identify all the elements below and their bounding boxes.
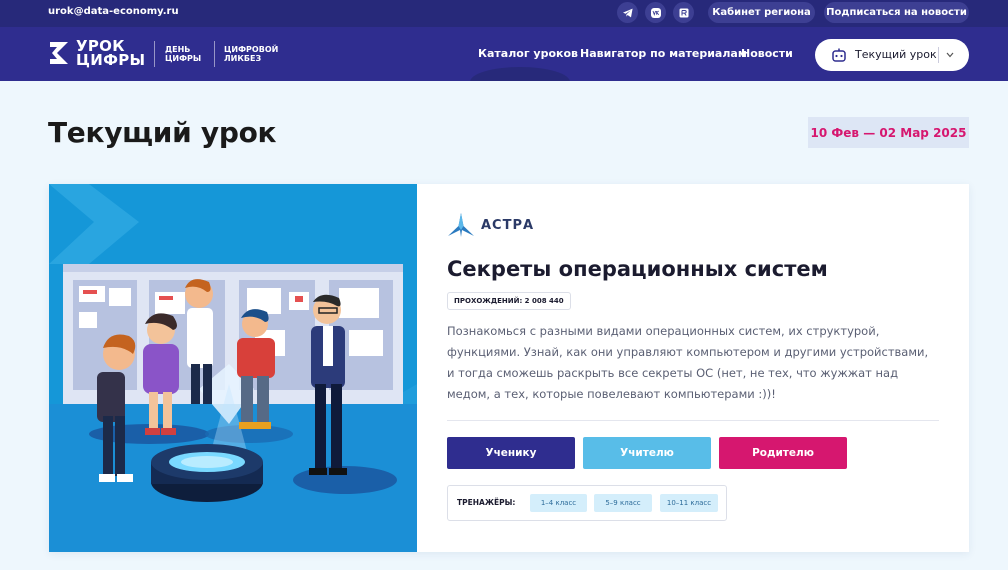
date-range-badge: 10 Фев — 02 Мар 2025 xyxy=(808,117,969,148)
trainers-label: ТРЕНАЖЁРЫ: xyxy=(457,498,516,507)
page-title: Текущий урок xyxy=(48,116,277,149)
trainer-1-4[interactable]: 1–4 класс xyxy=(530,494,587,512)
robot-icon xyxy=(832,48,846,62)
rutube-link[interactable] xyxy=(673,2,694,23)
main-header: УРОК ЦИФРЫ ДЕНЬ ЦИФРЫ ЦИФРОВОЙ ЛИКБЕЗ Ка… xyxy=(0,27,1008,81)
logo-chevron-icon[interactable] xyxy=(48,40,70,66)
chevron-down-icon xyxy=(946,52,954,58)
region-cabinet-button[interactable]: Кабинет региона xyxy=(708,2,815,23)
trainer-10-11[interactable]: 10–11 класс xyxy=(660,494,718,512)
lesson-card: АСТРА Секреты операционных систем ПРОХОЖ… xyxy=(49,184,969,552)
lesson-content: АСТРА Секреты операционных систем ПРОХОЖ… xyxy=(447,184,947,552)
den-cifry-link[interactable]: ДЕНЬ ЦИФРЫ xyxy=(165,45,201,63)
nav-catalog[interactable]: Каталог уроков xyxy=(478,47,578,60)
rutube-icon xyxy=(679,8,688,17)
trainer-5-9[interactable]: 5–9 класс xyxy=(594,494,652,512)
nav-news[interactable]: Новости xyxy=(741,47,793,60)
teacher-button[interactable]: Учителю xyxy=(583,437,711,469)
vk-link[interactable] xyxy=(645,2,666,23)
subscribe-news-button[interactable]: Подписаться на новости xyxy=(824,2,969,23)
astra-logo-icon xyxy=(448,213,474,237)
partner-logo: АСТРА xyxy=(447,212,534,238)
lesson-illustration xyxy=(49,184,417,552)
lesson-description: Познакомься с разными видами операционны… xyxy=(447,324,929,401)
contact-email[interactable]: urok@data-economy.ru xyxy=(48,6,179,17)
parent-button[interactable]: Родителю xyxy=(719,437,847,469)
current-lesson-label: Текущий урок xyxy=(855,48,937,61)
trainers-panel: ТРЕНАЖЁРЫ: 1–4 класс 5–9 класс 10–11 кла… xyxy=(447,485,727,521)
logo[interactable]: УРОК ЦИФРЫ xyxy=(76,39,145,68)
passes-count-badge: ПРОХОЖДЕНИЙ: 2 008 440 xyxy=(447,292,571,310)
partner-name: АСТРА xyxy=(481,217,535,233)
divider xyxy=(447,420,939,421)
telegram-link[interactable] xyxy=(617,2,638,23)
cifrovoy-likbez-link[interactable]: ЦИФРОВОЙ ЛИКБЕЗ xyxy=(224,45,278,63)
student-button[interactable]: Ученику xyxy=(447,437,575,469)
telegram-icon xyxy=(622,8,633,17)
vk-icon xyxy=(650,7,661,18)
current-lesson-dropdown[interactable]: Текущий урок xyxy=(815,39,969,71)
nav-navigator[interactable]: Навигатор по материалам xyxy=(580,47,747,60)
lesson-title: Секреты операционных систем xyxy=(447,257,828,281)
top-bar: urok@data-economy.ru Кабинет региона Под… xyxy=(0,0,1008,27)
